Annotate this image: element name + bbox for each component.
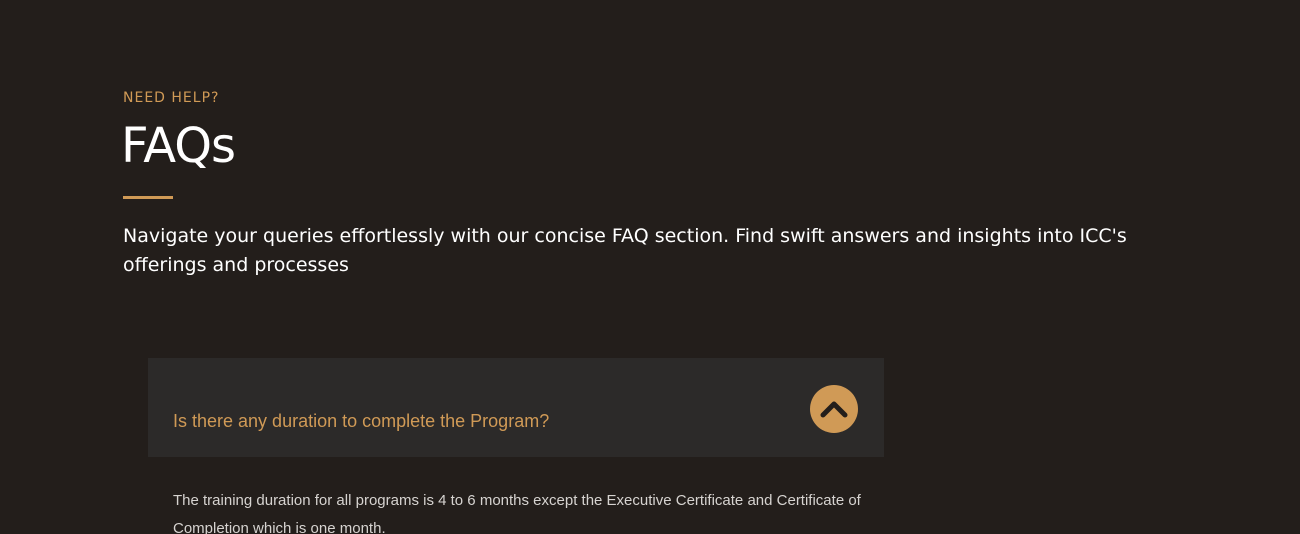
section-eyebrow: NEED HELP?	[123, 90, 220, 106]
faq-question-header[interactable]: Is there any duration to complete the Pr…	[148, 358, 884, 457]
page-title: FAQs	[121, 118, 236, 174]
title-divider	[123, 196, 173, 199]
faq-item: Is there any duration to complete the Pr…	[148, 358, 884, 534]
chevron-up-icon	[820, 401, 848, 418]
faq-answer: The training duration for all programs i…	[173, 492, 861, 534]
faq-question: Is there any duration to complete the Pr…	[173, 411, 550, 431]
faq-toggle-button[interactable]	[810, 385, 858, 433]
section-intro: Navigate your queries effortlessly with …	[123, 225, 1127, 276]
